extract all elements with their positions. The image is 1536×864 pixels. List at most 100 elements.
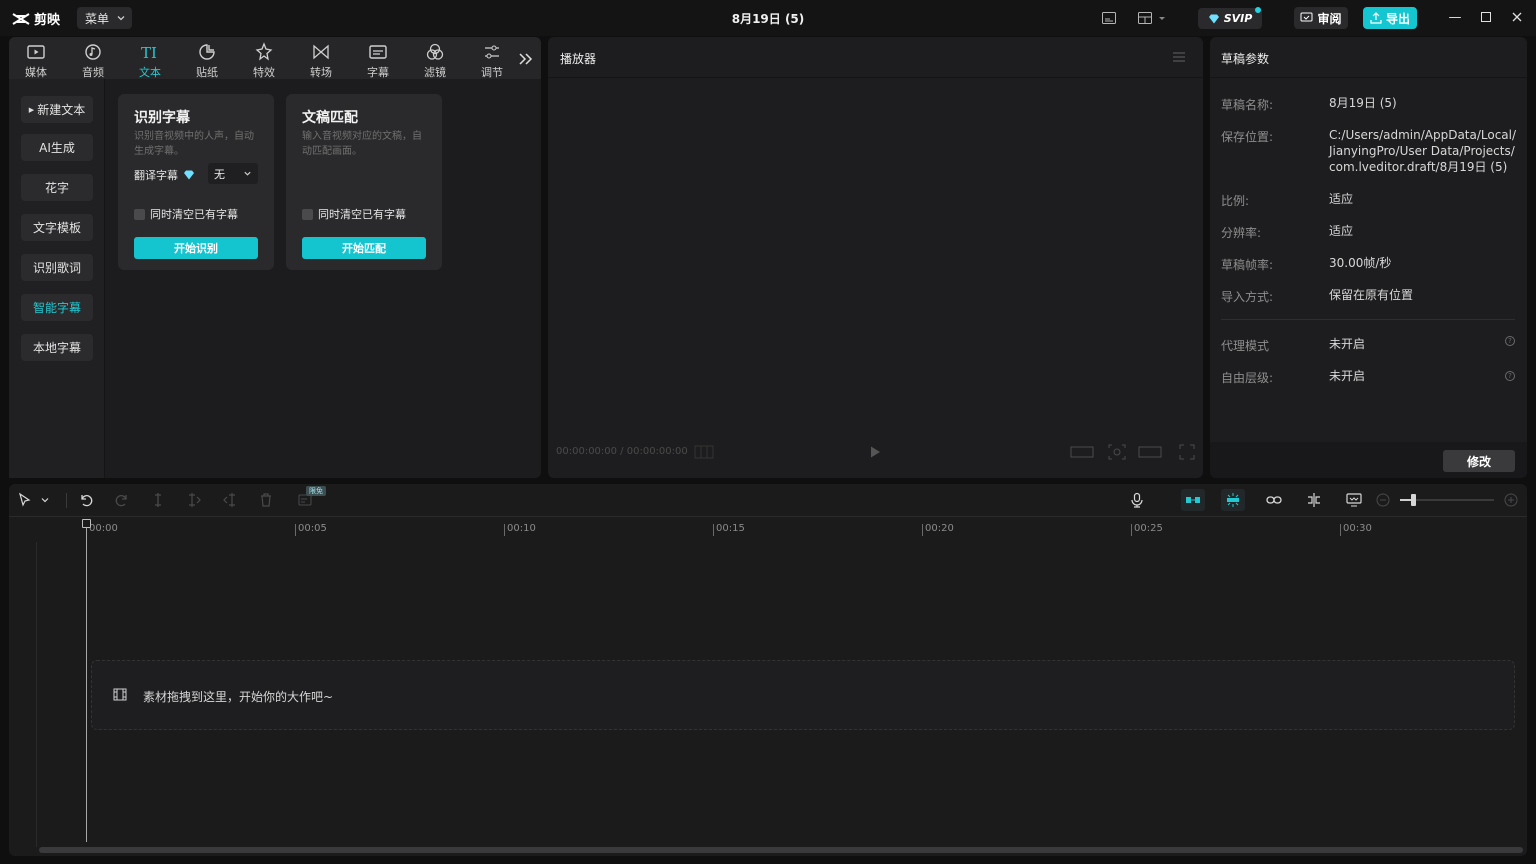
side-item-lyrics[interactable]: 识别歌词 — [21, 254, 93, 281]
link-icon[interactable] — [1266, 492, 1282, 508]
proxy-mode-value: 未开启 — [1329, 337, 1366, 351]
tab-subtitle[interactable]: 字幕 — [359, 40, 397, 79]
media-icon — [27, 45, 45, 59]
tab-label: 调节 — [481, 66, 503, 79]
layout-icon[interactable] — [1137, 10, 1153, 26]
layout-dropdown-icon[interactable] — [1157, 10, 1167, 26]
chevron-down-icon — [244, 171, 251, 176]
subtitle-view-icon[interactable] — [1101, 10, 1117, 26]
screen-preview-icon[interactable] — [1346, 492, 1362, 508]
track-header-divider — [36, 542, 37, 847]
aspect-ratio-icon[interactable] — [1070, 445, 1094, 459]
undo-icon[interactable] — [78, 492, 94, 508]
zoom-out-icon[interactable] — [1375, 492, 1391, 508]
review-button[interactable]: 审阅 — [1294, 7, 1348, 29]
svip-button[interactable]: SVIP — [1198, 8, 1262, 29]
translate-row: 翻译字幕 — [134, 167, 195, 183]
tab-effects[interactable]: 特效 — [245, 40, 283, 79]
zoom-fit-icon[interactable] — [1108, 444, 1126, 460]
ruler-tick: 00:05 — [295, 524, 327, 536]
tab-label: 转场 — [310, 66, 332, 79]
tab-transition[interactable]: 转场 — [302, 40, 340, 79]
tab-audio[interactable]: 音频 — [74, 40, 112, 79]
timecode-grid-icon[interactable] — [694, 445, 714, 459]
draft-footer: 修改 — [1210, 442, 1527, 478]
upload-icon — [1370, 12, 1382, 24]
ratio-select-icon[interactable] — [1138, 445, 1162, 459]
tab-sticker[interactable]: 贴纸 — [188, 40, 226, 79]
chevron-down-icon[interactable] — [40, 492, 50, 508]
maximize-icon[interactable] — [1479, 11, 1493, 25]
side-item-label: 本地字幕 — [32, 341, 81, 355]
divider — [66, 493, 67, 508]
modify-button[interactable]: 修改 — [1443, 450, 1515, 472]
start-recognize-button[interactable]: 开始识别 — [134, 237, 258, 259]
start-match-button[interactable]: 开始匹配 — [302, 237, 426, 259]
tab-label: 媒体 — [25, 66, 47, 79]
time-ruler[interactable]: 00:00 00:05 00:10 00:15 00:20 00:25 00:3… — [9, 517, 1527, 539]
card-title: 文稿匹配 — [302, 110, 358, 126]
side-item-label: 智能字幕 — [32, 301, 81, 315]
play-icon[interactable] — [868, 445, 882, 459]
side-item-text-template[interactable]: 文字模板 — [21, 214, 93, 241]
checkbox-icon[interactable] — [134, 208, 145, 220]
fullscreen-icon[interactable] — [1179, 444, 1195, 460]
split-right-icon[interactable] — [222, 492, 238, 508]
zoom-in-icon[interactable] — [1503, 492, 1519, 508]
checkbox-icon[interactable] — [302, 208, 313, 220]
preview-axis-icon[interactable] — [1306, 492, 1322, 508]
playhead-handle[interactable] — [82, 519, 91, 528]
subtitle-icon — [369, 45, 387, 59]
save-location-label: 保存位置: — [1221, 130, 1274, 144]
close-icon[interactable] — [1510, 11, 1524, 25]
recognize-subtitle-card: 识别字幕 识别音视频中的人声，自动生成字幕。 翻译字幕 无 同时清空已有字幕 开… — [118, 94, 274, 270]
tab-adjust[interactable]: 调节 — [473, 40, 511, 79]
side-item-label: 新建文本 — [37, 103, 86, 117]
delete-icon[interactable] — [258, 492, 274, 508]
ruler-tick: 00:15 — [713, 524, 745, 536]
resolution-value: 适应 — [1329, 224, 1354, 238]
resource-panel: 媒体 音频 TI 文本 贴纸 特效 转场 字幕 滤镜 调节 ▶ 新建文本 AI生… — [9, 37, 541, 478]
title-bar: 剪映 菜单 8月19日 (5) SVIP 审阅 导出 — — [0, 0, 1536, 36]
more-tabs-icon[interactable] — [517, 51, 535, 67]
main-track-dropzone[interactable]: 素材拖拽到这里，开始你的大作吧~ — [91, 660, 1515, 730]
export-label: 导出 — [1385, 11, 1410, 26]
split-left-icon[interactable] — [186, 492, 202, 508]
draft-name-value: 8月19日 (5) — [1329, 96, 1397, 110]
draft-title: 草稿参数 — [1221, 52, 1270, 66]
menu-icon[interactable] — [1172, 51, 1186, 63]
select-value: 无 — [214, 167, 225, 181]
player-header — [548, 37, 1203, 78]
player-timecode: 00:00:00:00 / 00:00:00:00 — [556, 446, 688, 457]
tab-text[interactable]: TI 文本 — [131, 40, 169, 79]
transition-icon — [313, 44, 329, 60]
microphone-icon[interactable] — [1129, 492, 1145, 508]
minimize-icon[interactable]: — — [1448, 11, 1462, 25]
tab-filter[interactable]: 滤镜 — [416, 40, 454, 79]
auto-snap-icon[interactable] — [1225, 492, 1241, 508]
export-button[interactable]: 导出 — [1363, 7, 1417, 29]
side-item-ai-generate[interactable]: AI生成 — [21, 134, 93, 161]
side-item-new-text[interactable]: ▶ 新建文本 — [21, 96, 93, 123]
side-item-local-subtitle[interactable]: 本地字幕 — [21, 334, 93, 361]
import-mode-value: 保留在原有位置 — [1329, 288, 1414, 302]
clear-existing-checkbox[interactable]: 同时清空已有字幕 — [134, 206, 238, 222]
help-icon[interactable]: ? — [1505, 336, 1515, 346]
horizontal-scrollbar[interactable] — [39, 847, 1523, 853]
tab-media[interactable]: 媒体 — [17, 40, 55, 79]
redo-icon[interactable] — [114, 492, 130, 508]
playhead[interactable] — [86, 522, 87, 842]
ratio-value: 适应 — [1329, 192, 1354, 206]
main-track-magnet-icon[interactable] — [1185, 492, 1201, 508]
caret-right-icon: ▶ — [28, 105, 35, 114]
side-item-fancy-text[interactable]: 花字 — [21, 174, 93, 201]
zoom-slider-handle[interactable] — [1411, 494, 1416, 506]
side-item-label: 花字 — [44, 181, 69, 195]
help-icon[interactable]: ? — [1505, 371, 1515, 381]
clear-existing-checkbox[interactable]: 同时清空已有字幕 — [302, 206, 406, 222]
split-icon[interactable] — [150, 492, 166, 508]
checkbox-label: 同时清空已有字幕 — [150, 208, 238, 221]
select-cursor-icon[interactable] — [17, 492, 33, 508]
side-item-smart-subtitle[interactable]: 智能字幕 — [21, 294, 93, 321]
translate-language-select[interactable]: 无 — [208, 163, 258, 184]
